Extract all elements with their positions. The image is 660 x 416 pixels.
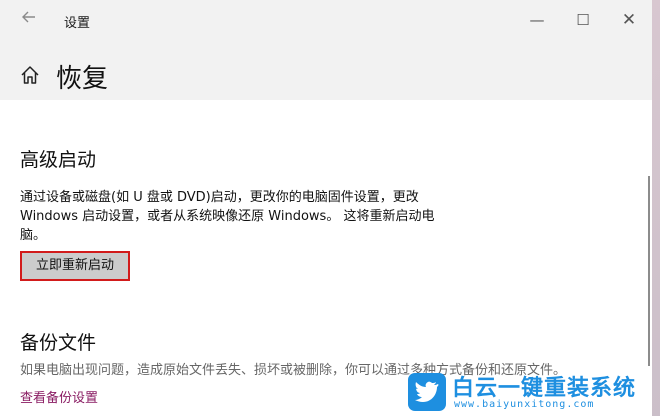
backup-heading: 备份文件	[20, 332, 97, 354]
content-pane: 高级启动 通过设备或磁盘(如 U 盘或 DVD)启动，更改你的电脑固件设置，更改…	[0, 100, 652, 416]
maximize-button[interactable]: ☐	[560, 0, 606, 40]
watermark: 白云一键重装系统 www.baiyunxitong.com	[402, 370, 660, 416]
restart-now-button[interactable]: 立即重新启动	[20, 251, 130, 281]
watermark-url: www.baiyunxitong.com	[454, 399, 595, 410]
scrollbar[interactable]	[648, 176, 650, 366]
advanced-startup-heading: 高级启动	[20, 149, 97, 171]
settings-window: 设置 — ☐ ✕ 恢复 高级启动 通过设备或磁盘(如 U 盘或 DVD)启动，更…	[0, 0, 652, 416]
title-bar: 设置 — ☐ ✕	[0, 0, 652, 40]
page-header: 恢复	[0, 40, 652, 100]
watermark-brand: 白云一键重装系统	[452, 376, 637, 401]
page-title: 恢复	[56, 64, 109, 94]
arrow-left-icon[interactable]	[16, 8, 42, 32]
close-button[interactable]: ✕	[606, 0, 652, 40]
bird-logo-icon	[408, 373, 446, 411]
home-icon[interactable]	[20, 65, 40, 85]
advanced-startup-description: 通过设备或磁盘(如 U 盘或 DVD)启动，更改你的电脑固件设置，更改 Wind…	[20, 190, 435, 243]
view-backup-settings-link[interactable]: 查看备份设置	[20, 387, 98, 406]
minimize-button[interactable]: —	[514, 0, 560, 40]
window-title: 设置	[64, 16, 91, 31]
